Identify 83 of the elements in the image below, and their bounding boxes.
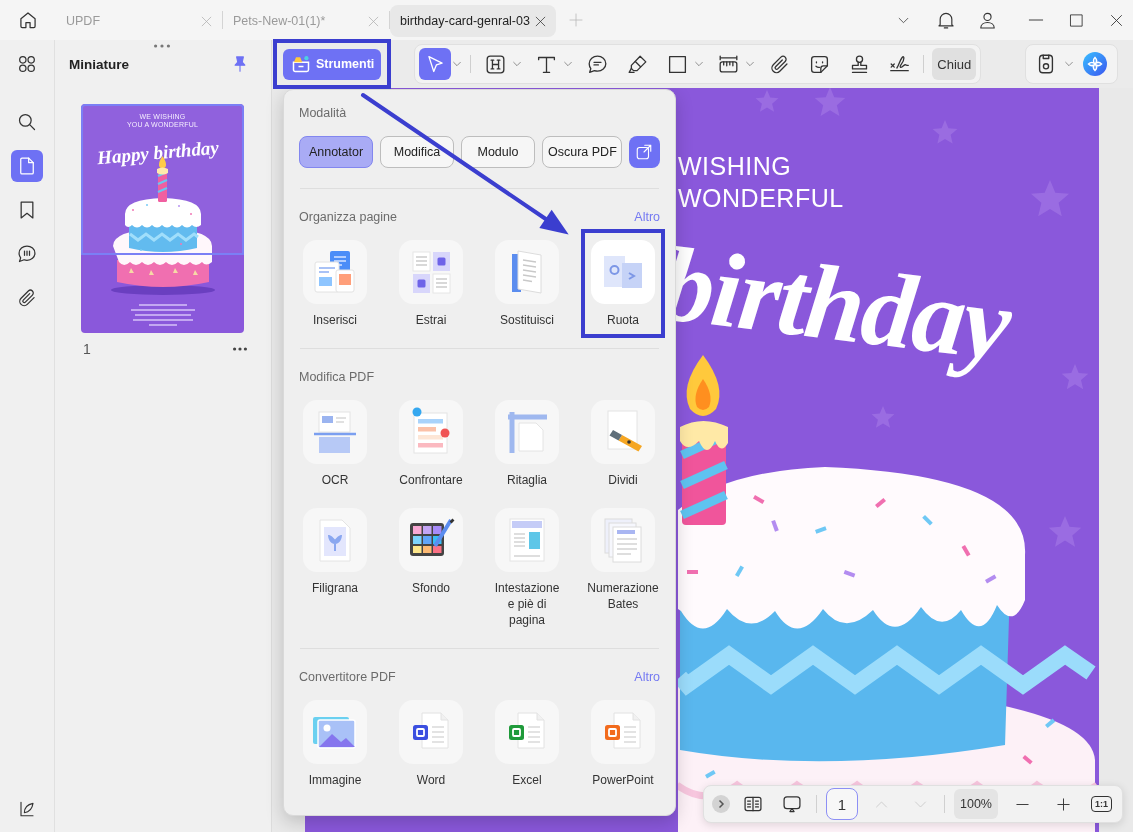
tool-tile[interactable]: Filigrana xyxy=(303,508,367,596)
cutter-icon xyxy=(591,400,655,464)
tool-tile[interactable]: PowerPoint xyxy=(591,700,655,788)
page-icon xyxy=(17,156,37,176)
page-field[interactable]: 1 xyxy=(826,788,858,820)
document-badge-icon xyxy=(399,700,463,764)
numbered-pages-icon xyxy=(591,508,655,572)
close-icon[interactable] xyxy=(534,14,547,28)
text-lines-drawing xyxy=(131,303,195,327)
book-view-icon[interactable] xyxy=(743,794,763,814)
color-grid-brush-icon xyxy=(399,508,463,572)
search-icon xyxy=(17,112,37,132)
paperclip-icon xyxy=(768,53,790,75)
ruler-page-icon xyxy=(495,400,559,464)
tool-tile[interactable]: Intestazione e piè di pagina xyxy=(490,508,564,628)
documents-icon xyxy=(303,240,367,304)
paperclip-icon xyxy=(17,288,37,308)
drag-handle-icon[interactable] xyxy=(154,44,170,48)
heading-icon xyxy=(484,53,506,75)
bell-icon[interactable] xyxy=(936,10,956,30)
orb-icon[interactable] xyxy=(1083,52,1108,76)
flower-page-icon xyxy=(303,508,367,572)
tool-tile[interactable]: Ruota xyxy=(591,240,655,328)
tool-tile[interactable]: Confrontare xyxy=(399,400,463,488)
section-title: Organizza pagine xyxy=(299,210,397,224)
plus-icon[interactable] xyxy=(1056,796,1071,812)
mode-button[interactable]: Oscura PDF xyxy=(542,136,622,168)
toolbox-icon xyxy=(291,54,311,74)
tool-tile[interactable]: Numerazione Bates xyxy=(586,508,660,612)
highlighter-icon xyxy=(626,53,648,75)
card-headline: Happy birthday xyxy=(96,136,220,170)
comment-icon xyxy=(17,244,37,264)
leaf-icon[interactable] xyxy=(18,800,36,818)
apps-icon xyxy=(17,54,37,74)
document-badge-icon xyxy=(591,700,655,764)
ruler-icon xyxy=(717,53,739,75)
open-external-button[interactable] xyxy=(628,136,660,168)
tab[interactable]: birthday-card-genral-03 xyxy=(390,5,556,37)
comment-icon xyxy=(586,53,608,75)
close-icon[interactable] xyxy=(1109,12,1124,28)
external-link-icon xyxy=(635,143,654,161)
chevron-right-icon[interactable] xyxy=(712,795,730,813)
sticker-icon xyxy=(808,53,830,75)
tools-button[interactable]: Strumenti xyxy=(283,48,382,80)
open-book-icon xyxy=(495,240,559,304)
image-icon xyxy=(303,700,367,764)
zoom-field[interactable]: 100% xyxy=(954,789,998,819)
mode-button[interactable]: Modulo xyxy=(461,136,535,168)
close-button[interactable]: Chiud xyxy=(932,48,977,80)
page-number: 1 xyxy=(83,341,91,357)
section-title: Modifica PDF xyxy=(299,370,375,384)
scanner-icon xyxy=(303,400,367,464)
checklist-pages-icon xyxy=(399,240,463,304)
card-text: WONDERFUL xyxy=(678,183,844,213)
tool-tile[interactable]: Estrai xyxy=(399,240,463,328)
header-page-icon xyxy=(495,508,559,572)
card-text: WISHING xyxy=(678,151,792,181)
panel-title: Miniature xyxy=(69,56,129,72)
tool-tile[interactable]: Excel xyxy=(495,700,559,788)
home-icon[interactable] xyxy=(18,10,38,30)
maximize-icon[interactable] xyxy=(1069,12,1084,28)
document-pins-icon xyxy=(399,400,463,464)
tool-tile[interactable]: OCR xyxy=(303,400,367,488)
rectangle-icon xyxy=(666,53,688,75)
more-icon[interactable] xyxy=(233,347,247,351)
presentation-icon[interactable] xyxy=(782,794,802,814)
tool-tile[interactable]: Inserisci xyxy=(303,240,367,328)
document-badge-icon xyxy=(495,700,559,764)
card-headline: birthday xyxy=(655,230,1015,379)
star-decoration xyxy=(814,88,846,116)
section-title: Convertitore PDF xyxy=(299,670,396,684)
section-title: Modalità xyxy=(299,106,347,120)
tool-tile[interactable]: Sfondo xyxy=(399,508,463,596)
tool-tile[interactable]: Ritaglia xyxy=(495,400,559,488)
tool-tile[interactable]: Immagine xyxy=(303,700,367,788)
mode-button[interactable]: Modifica xyxy=(380,136,454,168)
tool-tile[interactable]: Sostituisci xyxy=(495,240,559,328)
mode-button[interactable]: Annotator xyxy=(299,136,373,168)
actual-size-button[interactable]: 1:1 xyxy=(1091,796,1112,812)
tool-tile[interactable]: Dividi xyxy=(591,400,655,488)
tool-tile[interactable]: Word xyxy=(399,700,463,788)
two-pages-icon xyxy=(591,240,655,304)
user-icon[interactable] xyxy=(978,10,997,30)
